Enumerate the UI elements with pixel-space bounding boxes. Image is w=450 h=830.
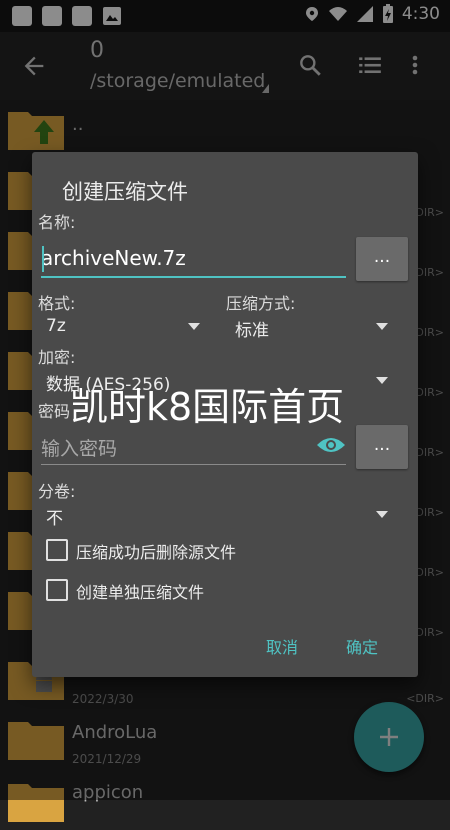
single-archive-label[interactable]: 创建单独压缩文件 bbox=[76, 579, 204, 603]
watermark-text: 凯时k8国际首页 bbox=[70, 385, 345, 429]
name-browse-button[interactable]: ... bbox=[356, 237, 408, 281]
delete-source-label[interactable]: 压缩成功后删除源文件 bbox=[76, 539, 236, 563]
single-archive-checkbox[interactable] bbox=[46, 579, 68, 601]
password-browse-button[interactable]: ... bbox=[356, 425, 408, 469]
password-underline bbox=[41, 464, 346, 465]
split-select[interactable]: 不 bbox=[46, 504, 63, 529]
format-label: 格式: bbox=[38, 294, 76, 313]
password-input[interactable]: 输入密码 bbox=[41, 434, 117, 461]
cancel-button[interactable]: 取消 bbox=[266, 634, 298, 658]
encrypt-dropdown-icon[interactable] bbox=[376, 377, 388, 384]
password-label: 密码 bbox=[38, 402, 71, 421]
format-dropdown-icon[interactable] bbox=[188, 323, 200, 330]
dialog-title: 创建压缩文件 bbox=[62, 180, 188, 204]
split-label: 分卷: bbox=[38, 482, 76, 501]
name-underline bbox=[41, 276, 346, 278]
format-select[interactable]: 7z bbox=[46, 316, 66, 336]
split-dropdown-icon[interactable] bbox=[376, 511, 388, 518]
archive-name-input[interactable]: archiveNew.7z bbox=[41, 246, 186, 270]
delete-source-checkbox[interactable] bbox=[46, 539, 68, 561]
name-label: 名称: bbox=[38, 213, 76, 232]
encrypt-label: 加密: bbox=[38, 348, 76, 367]
text-cursor bbox=[42, 246, 44, 272]
method-select[interactable]: 标准 bbox=[235, 316, 269, 341]
method-label: 压缩方式: bbox=[226, 294, 296, 313]
eye-icon[interactable] bbox=[316, 434, 346, 456]
method-dropdown-icon[interactable] bbox=[376, 323, 388, 330]
ok-button[interactable]: 确定 bbox=[346, 634, 378, 658]
